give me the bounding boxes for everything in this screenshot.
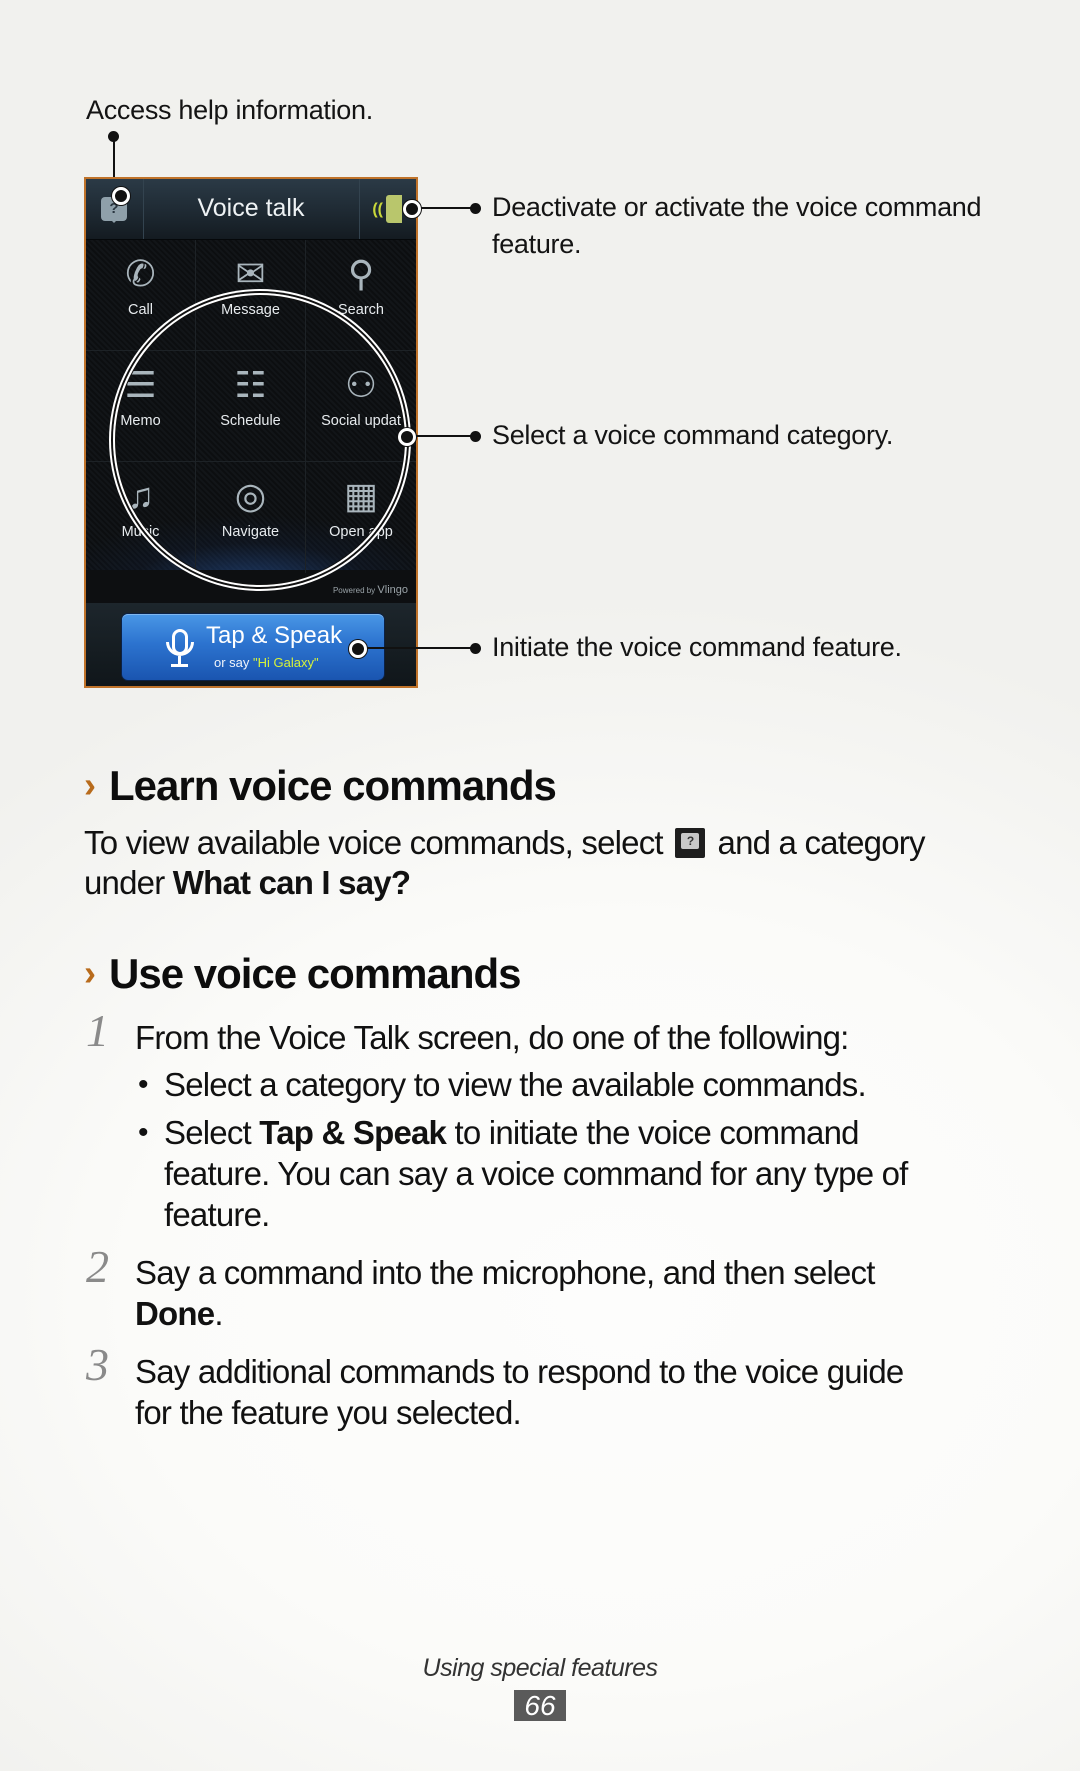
callout-toggle-line1: Deactivate or activate the voice command [492,192,982,222]
footer-section-title: Using special features [422,1654,658,1682]
step-number-1: 1 [86,1005,109,1056]
step-3-line2: for the feature you selected. [135,1394,522,1431]
what-can-i-say-label: What can I say? [172,864,411,901]
callout-initiate-line [367,647,473,649]
learn-text-c: under [84,864,173,901]
step-1-text: From the Voice Talk screen, do one of th… [135,1019,849,1056]
tap-speak-subtitle: or say "Hi Galaxy" [214,655,319,670]
callout-category-anchor [398,428,416,446]
bullet-2-suffix: to initiate the voice command [446,1114,859,1151]
callout-category-text: Select a voice command category. [492,420,894,450]
callout-toggle-anchor [403,200,421,218]
help-glyph: ? [681,833,700,849]
category-grid: ✆ Call ✉ Message ⚲ Search ☰ Memo ☷ Sched… [86,240,416,573]
chevron-right-icon: › [84,764,96,805]
step-3-line1: Say additional commands to respond to th… [135,1353,904,1390]
tap-speak-label: Tap & Speak [206,622,343,649]
microphone-foot [171,664,188,667]
social-icon: ⚇ [344,364,378,405]
category-navigate[interactable]: ◎ Navigate [196,462,306,573]
heading-text: Learn voice commands [109,762,557,809]
learn-text-a: To view available voice commands, select [84,824,664,861]
category-message[interactable]: ✉ Message [196,240,306,351]
category-label: Social updat [321,413,401,429]
category-social-updates[interactable]: ⚇ Social updat [306,351,416,462]
use-voice-commands-heading: › Use voice commands [84,950,522,998]
category-label: Memo [120,413,161,429]
header-separator [359,179,360,239]
phone-title: Voice talk [197,194,305,222]
step-2-suffix: . [214,1295,223,1332]
category-call[interactable]: ✆ Call [86,240,196,351]
music-icon: ♫ [127,475,154,516]
powered-brand: Vlingo [377,584,408,596]
phone-header: ? Voice talk (( [86,179,416,240]
learn-voice-commands-heading: › Learn voice commands [84,762,557,810]
phone-icon: ✆ [125,253,156,294]
callout-help-anchor [112,187,130,205]
step-number-3: 3 [86,1339,109,1390]
category-label: Search [338,302,384,318]
done-bold: Done [135,1295,215,1332]
learn-body-line1: To view available voice commands, select… [84,824,925,862]
callout-help-text: Access help information. [86,95,373,125]
apps-grid-icon: ▦ [343,475,378,516]
bullet: • [138,1116,149,1149]
voice-toggle-icon[interactable] [386,195,402,223]
powered-prefix: Powered by [332,586,376,595]
callout-category-dot [470,431,481,442]
hi-galaxy-phrase: "Hi Galaxy" [253,655,319,670]
step-1-bullet-2-line2: feature. You can say a voice command for… [164,1155,908,1192]
navigate-icon: ◎ [234,475,267,516]
tap-speak-sub-prefix: or say [214,655,254,670]
callout-toggle-dot [470,203,481,214]
callout-initiate-text: Initiate the voice command feature. [492,632,902,662]
learn-body-line2: under What can I say? [84,864,411,902]
category-label: Call [128,302,153,318]
step-2-line2: Done. [135,1295,224,1333]
sound-waves-icon: (( [372,201,383,218]
category-label: Navigate [221,524,280,540]
phone-bottom-bar: Tap & Speak or say "Hi Galaxy" [86,603,416,686]
page-number: 66 [514,1690,566,1721]
bullet-2-prefix: Select [164,1114,260,1151]
step-2-line1: Say a command into the microphone, and t… [135,1254,875,1291]
chevron-right-icon: › [84,952,96,993]
envelope-icon: ✉ [235,253,266,294]
category-open-app[interactable]: ▦ Open app [306,462,416,573]
powered-by-vlingo: Powered by Vlingo [333,584,408,596]
category-memo[interactable]: ☰ Memo [86,351,196,462]
learn-text-b: and a category [717,824,926,861]
callout-toggle-line2: feature. [492,229,582,259]
step-1-bullet-1: Select a category to view the available … [164,1066,867,1103]
callout-toggle-line [421,207,473,209]
microphone-stand [166,642,194,656]
bullet: • [138,1068,149,1101]
category-label: Open app [329,524,393,540]
tap-and-speak-button[interactable]: Tap & Speak or say "Hi Galaxy" [122,614,384,680]
callout-initiate-dot [470,643,481,654]
callout-category-line [416,435,473,437]
step-1-bullet-2-line1: Select Tap & Speak to initiate the voice… [164,1114,859,1152]
category-schedule[interactable]: ☷ Schedule [196,351,306,462]
callout-initiate-anchor [349,640,367,658]
callout-toggle-text: Deactivate or activate the voice command… [492,189,982,263]
category-label: Schedule [220,413,281,429]
category-label: Message [221,302,280,318]
category-search[interactable]: ⚲ Search [306,240,416,351]
tap-speak-bold: Tap & Speak [259,1114,447,1151]
magnifier-icon: ⚲ [347,253,375,294]
category-music[interactable]: ♫ Music [86,462,196,573]
step-number-2: 2 [86,1241,109,1292]
memo-icon: ☰ [124,364,157,405]
step-1-bullet-2-line3: feature. [164,1196,270,1233]
help-icon-inline: ? [675,828,706,858]
schedule-icon: ☷ [234,364,267,405]
category-label: Music [121,524,160,540]
phone-screenshot: ? Voice talk (( ✆ Call ✉ Message ⚲ Searc… [84,177,418,688]
heading-text: Use voice commands [109,950,522,997]
